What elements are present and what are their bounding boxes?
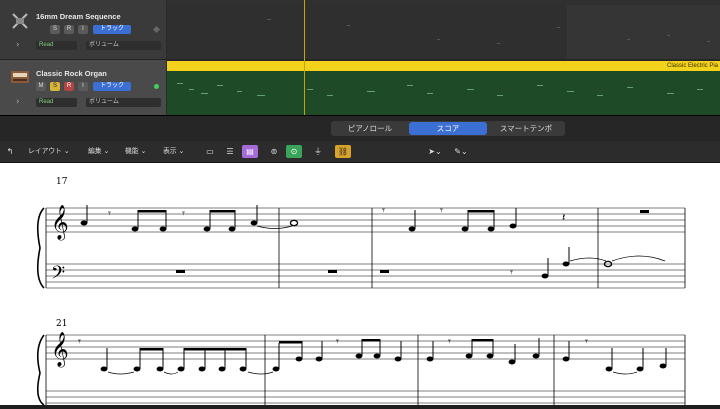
midi-notes: [177, 83, 703, 96]
brace: [36, 207, 45, 289]
layout-menu-label: レイアウト: [28, 148, 62, 155]
eighth-rest-icon: 𝄾: [78, 335, 81, 348]
edit-menu[interactable]: 編集 ⌄: [88, 145, 109, 158]
brace: [36, 334, 45, 406]
quarter-rest-icon: 𝄽: [562, 211, 565, 224]
layout-menu[interactable]: レイアウト ⌄: [28, 145, 70, 158]
functions-menu-label: 機能: [125, 148, 139, 155]
eighth-rest-icon: 𝄾: [448, 335, 451, 348]
record-button[interactable]: R: [64, 82, 74, 91]
track-header-2[interactable]: Classic Rock Organ M S R I トラック › Read ボ…: [0, 60, 166, 115]
inspector-icon[interactable]: ▭: [202, 145, 218, 158]
eighth-rest-icon: 𝄾: [382, 204, 385, 217]
bass-clef-icon: 𝄢: [51, 263, 65, 288]
chevron-down-icon: ⌄: [61, 148, 70, 155]
eighth-rest-icon: 𝄾: [440, 204, 443, 217]
score-toolbar: ↰ レイアウト ⌄ 編集 ⌄ 機能 ⌄ 表示 ⌄ ▭ ☰ ▤ ⊚ ⊙ ⏚ ⛓ ➤…: [0, 141, 720, 163]
functions-menu[interactable]: 機能 ⌄: [125, 145, 146, 158]
chevron-down-icon: ⌄: [176, 148, 185, 155]
whole-rest: [328, 270, 337, 273]
track-type-button[interactable]: トラック: [93, 25, 131, 34]
pointer-tool-icon[interactable]: ➤⌄: [424, 145, 446, 158]
treble-clef-icon: 𝄞: [51, 205, 69, 241]
measure-number: 17: [56, 177, 68, 187]
tab-score[interactable]: スコア: [409, 122, 487, 135]
region-header[interactable]: [167, 61, 720, 71]
eighth-rest-icon: 𝄾: [182, 207, 185, 220]
score-canvas[interactable]: 𝄞 𝄢 𝄞 17 21 𝄾 𝄾 𝄾 𝄾 𝄽 𝄾 𝄾 𝄾 𝄾 𝄾: [0, 163, 720, 406]
eighth-rest-icon: 𝄾: [585, 335, 588, 348]
track-name[interactable]: Classic Rock Organ: [36, 69, 107, 78]
pencil-tool-icon[interactable]: ✎⌄: [450, 145, 472, 158]
input-monitor-button[interactable]: I: [78, 82, 88, 91]
automation-mode-select[interactable]: Read: [36, 41, 77, 50]
view-menu[interactable]: 表示 ⌄: [163, 145, 184, 158]
organ-icon: [11, 71, 29, 83]
region-label: Classic Electric Pia: [666, 63, 718, 69]
measure-number: 21: [56, 319, 67, 329]
solo-button[interactable]: S: [50, 82, 60, 91]
quantize-icon[interactable]: ⏚: [310, 145, 326, 158]
whole-rest: [176, 270, 185, 273]
automation-param-select[interactable]: ボリューム: [86, 41, 161, 50]
catch-playhead-icon[interactable]: ↰: [2, 145, 18, 158]
track-type-button[interactable]: トラック: [93, 82, 131, 91]
chevron-right-icon[interactable]: ›: [16, 40, 20, 50]
score-view[interactable]: 𝄞 𝄢 𝄞 17 21 𝄾 𝄾 𝄾 𝄾 𝄽 𝄾 𝄾 𝄾 𝄾 𝄾: [0, 163, 720, 406]
region-ticks: [267, 19, 710, 44]
chevron-right-icon[interactable]: ›: [16, 97, 20, 107]
tab-piano-roll[interactable]: ピアノロール: [331, 122, 409, 135]
whole-rest: [380, 270, 389, 273]
timeline-area[interactable]: Classic Electric Pia: [167, 0, 720, 115]
input-monitor-button[interactable]: I: [78, 25, 88, 34]
link-icon[interactable]: ⛓: [335, 145, 351, 158]
treble-clef-icon: 𝄞: [51, 332, 69, 368]
list-icon[interactable]: ☰: [222, 145, 238, 158]
chevron-down-icon: ⌄: [138, 148, 147, 155]
track-header-1[interactable]: 16mm Dream Sequence S R I トラック › Read ボリ…: [0, 0, 166, 60]
eighth-rest-icon: 𝄾: [108, 207, 111, 220]
playhead[interactable]: [304, 0, 305, 115]
eighth-rest-icon: 𝄾: [336, 335, 339, 348]
linear-view-icon[interactable]: ▤: [242, 145, 258, 158]
mute-button[interactable]: M: [36, 82, 46, 91]
camera-icon: [12, 13, 28, 29]
activity-indicator: [154, 84, 159, 89]
whole-rest: [640, 210, 649, 213]
midi-in-icon[interactable]: ⊚: [266, 145, 282, 158]
view-menu-label: 表示: [163, 148, 177, 155]
automation-mode-select[interactable]: Read: [36, 98, 77, 107]
solo-button[interactable]: S: [50, 25, 60, 34]
notes-system-1[interactable]: 𝄾 𝄾 𝄾 𝄾 𝄽 𝄾: [80, 204, 666, 279]
record-button[interactable]: R: [64, 25, 74, 34]
tab-smart-tempo[interactable]: スマートテンポ: [487, 122, 565, 135]
status-diamond: [152, 25, 161, 34]
eighth-rest-icon: 𝄾: [510, 266, 513, 279]
tracks-area: 16mm Dream Sequence S R I トラック › Read ボリ…: [0, 0, 720, 115]
edit-menu-label: 編集: [88, 148, 102, 155]
track-name[interactable]: 16mm Dream Sequence: [36, 12, 121, 21]
editor-tab-bar: ピアノロール スコア スマートテンポ: [0, 115, 720, 142]
automation-param-select[interactable]: ボリューム: [86, 98, 161, 107]
midi-out-icon[interactable]: ⊙: [286, 145, 302, 158]
chevron-down-icon: ⌄: [101, 148, 110, 155]
